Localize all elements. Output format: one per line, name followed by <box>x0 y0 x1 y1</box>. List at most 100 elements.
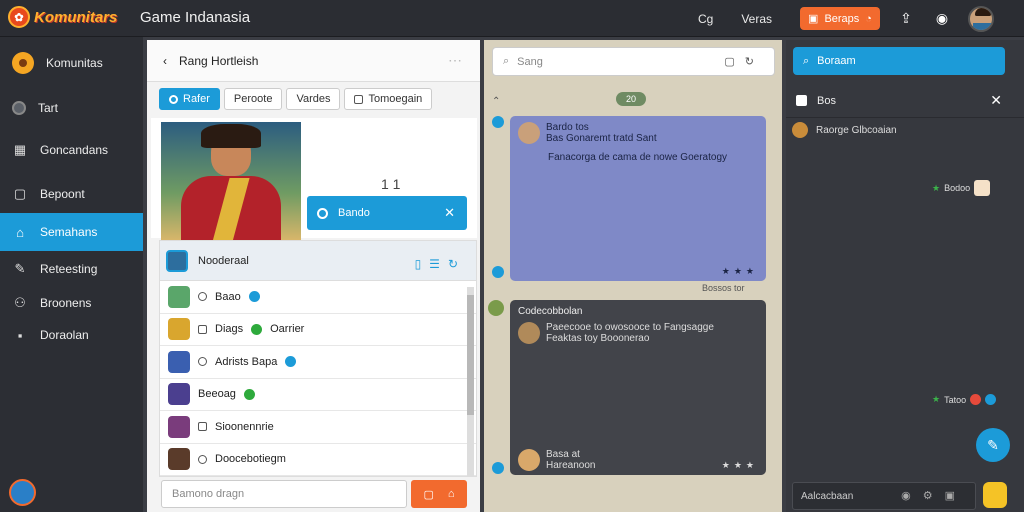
send-button[interactable] <box>983 482 1007 508</box>
message-text: Hareanoon <box>546 460 596 471</box>
tab-label: Tomoegain <box>368 93 423 105</box>
status-icon <box>198 324 207 334</box>
attach-icon[interactable]: ▢ <box>423 488 433 501</box>
avatar <box>168 448 190 471</box>
sidebar-item-bepoont[interactable]: ▢ Bepoont <box>0 176 143 212</box>
list-item-label: Doocebotiegm <box>215 453 286 466</box>
chat-search[interactable]: ⌕ Sang ▢↻ <box>492 47 775 76</box>
featured-action-label: Bando <box>338 207 370 219</box>
sidebar-item-reteesting[interactable]: ✎ Reteesting <box>0 251 143 287</box>
logo-text: Komunitars <box>34 8 118 26</box>
settings-icon[interactable]: ◉ <box>932 10 952 27</box>
top-action-label: Beraps <box>824 12 860 25</box>
tab-tomoegain[interactable]: Tomoegain <box>344 88 433 110</box>
info-title: Bos <box>817 94 836 107</box>
reaction-icons[interactable]: ★★★ <box>722 266 758 277</box>
info-item-label: Raorge Glbcoaian <box>816 124 897 136</box>
logo[interactable]: ✿ Komunitars <box>8 6 117 28</box>
status-icon <box>198 422 207 432</box>
info-panel: ⌕ Boraam Bos ✕ Raorge Glbcoaian ★ Bodoo … <box>786 40 1024 512</box>
info-item[interactable]: Raorge Glbcoaian <box>792 122 897 138</box>
tab-vardes[interactable]: Vardes <box>286 88 341 110</box>
close-icon[interactable]: ✕ <box>990 92 1002 109</box>
sidebar-item-label: Komunitas <box>46 56 103 70</box>
user-avatar[interactable] <box>968 5 994 32</box>
list-item-label: Baao <box>215 290 241 303</box>
message-bubble[interactable]: Codecobbolan Paeecooe to owosooce to Fan… <box>510 300 766 475</box>
status-icon <box>198 454 207 464</box>
message-sender: Codecobbolan <box>518 306 583 317</box>
reaction-icons[interactable]: ★★★ <box>722 460 758 471</box>
sidebar-item-komunitas[interactable]: Komunitas <box>0 45 143 81</box>
info-tag[interactable]: ★ Tatoo <box>932 394 997 405</box>
search-icon: ⌕ <box>803 54 810 67</box>
sidebar-item-semahans[interactable]: ⌂ Semahans <box>0 213 143 251</box>
list-item-label: Sioonennrie <box>215 420 274 433</box>
back-icon[interactable]: ‹ <box>163 54 167 68</box>
top-link-cg[interactable]: Cg <box>698 12 713 26</box>
compose-fab-button[interactable]: ✎ <box>976 428 1010 462</box>
list-item[interactable]: Sioonennrie <box>160 411 476 444</box>
read-indicator-icon <box>492 462 504 474</box>
badge-icon <box>985 394 997 405</box>
home-icon: ⌂ <box>16 224 24 240</box>
info-tag[interactable]: ★ Bodoo <box>932 180 991 196</box>
send-controls[interactable]: ▢ ⌂ <box>411 480 467 508</box>
list-item[interactable]: Doocebotiegm <box>160 444 476 476</box>
media-icon[interactable]: ⌂ <box>448 488 455 500</box>
sidebar-item-goncandans[interactable]: ▦ Goncandans <box>0 132 143 168</box>
tab-label: Vardes <box>296 93 331 105</box>
search-actions-icon[interactable]: ▢↻ <box>724 55 764 68</box>
list-item[interactable]: Beeoag <box>160 379 476 411</box>
avatar <box>518 322 540 344</box>
avatar <box>168 285 190 308</box>
member-list: Nooderaal ▯☰↻ Baao Diags Oarrier Adrists… <box>159 240 477 477</box>
list-item-badge: Oarrier <box>270 323 305 336</box>
message-input[interactable]: Bamono dragn <box>161 480 407 508</box>
message-sender: Bardo tos <box>546 122 589 133</box>
info-icon <box>796 95 807 106</box>
verified-icon <box>248 291 260 303</box>
info-search-button[interactable]: ⌕ Boraam <box>793 47 1005 75</box>
clock-icon: ◔ <box>865 12 872 25</box>
sidebar-item-label: Semahans <box>40 225 98 239</box>
info-compose-text: Aalcacbaan <box>801 490 854 502</box>
top-action-button[interactable]: ▣ Beraps ◔ <box>800 7 880 30</box>
tab-peroote[interactable]: Peroote <box>223 88 283 110</box>
more-icon[interactable]: ⋯ <box>448 52 462 69</box>
sidebar-item-broonens[interactable]: ⚇ Broonens <box>0 285 143 321</box>
folder-icon: ▪ <box>17 327 23 343</box>
list-item[interactable]: Diags Oarrier <box>160 314 476 346</box>
star-icon: ★ <box>932 394 941 404</box>
featured-action-button[interactable]: Bando ✕ <box>307 196 467 230</box>
chat-panel: ⌕ Sang ▢↻ ⌃ 20 Bardo tos Bas Gonaremt tr… <box>484 40 782 512</box>
list-scrollbar[interactable] <box>467 287 474 477</box>
message-bubble[interactable]: Bardo tos Bas Gonaremt tratd Sant Fanaco… <box>510 116 766 281</box>
sidebar-item-tart[interactable]: Tart <box>0 90 143 126</box>
avatar <box>168 383 190 406</box>
list-item[interactable]: Baao <box>160 281 476 314</box>
featured-count: 1 1 <box>381 176 401 192</box>
list-actions-icon[interactable]: ▯☰↻ <box>415 257 466 271</box>
chat-search-input[interactable]: Sang <box>517 56 543 68</box>
top-link-veras[interactable]: Veras <box>741 12 772 26</box>
status-icon <box>198 292 207 302</box>
close-icon[interactable]: ✕ <box>444 205 455 221</box>
badge-icon <box>970 394 982 405</box>
notifications-icon[interactable]: ⇪ <box>896 10 916 27</box>
avatar <box>166 249 188 272</box>
sidebar-item-doraolan[interactable]: ▪ Doraolan <box>0 317 143 353</box>
info-compose-input[interactable]: Aalcacbaan ◉⚙▣ <box>792 482 976 510</box>
community-icon <box>12 52 34 74</box>
chevron-up-icon[interactable]: ⌃ <box>492 96 500 107</box>
sidebar-item-label: Tart <box>38 101 59 115</box>
info-tag-label: Bodoo <box>944 183 971 193</box>
status-icon <box>198 357 207 367</box>
compose-tools-icon[interactable]: ◉⚙▣ <box>901 489 967 502</box>
list-item[interactable]: Adrists Bapa <box>160 346 476 379</box>
top-bar: ✿ Komunitars Game Indanasia Cg Veras ▣ B… <box>0 0 1024 37</box>
featured-image[interactable] <box>161 122 301 240</box>
tab-rafer[interactable]: Rafer <box>159 88 220 110</box>
sidebar-profile-button[interactable] <box>9 479 36 506</box>
search-icon: ⌕ <box>503 55 510 67</box>
